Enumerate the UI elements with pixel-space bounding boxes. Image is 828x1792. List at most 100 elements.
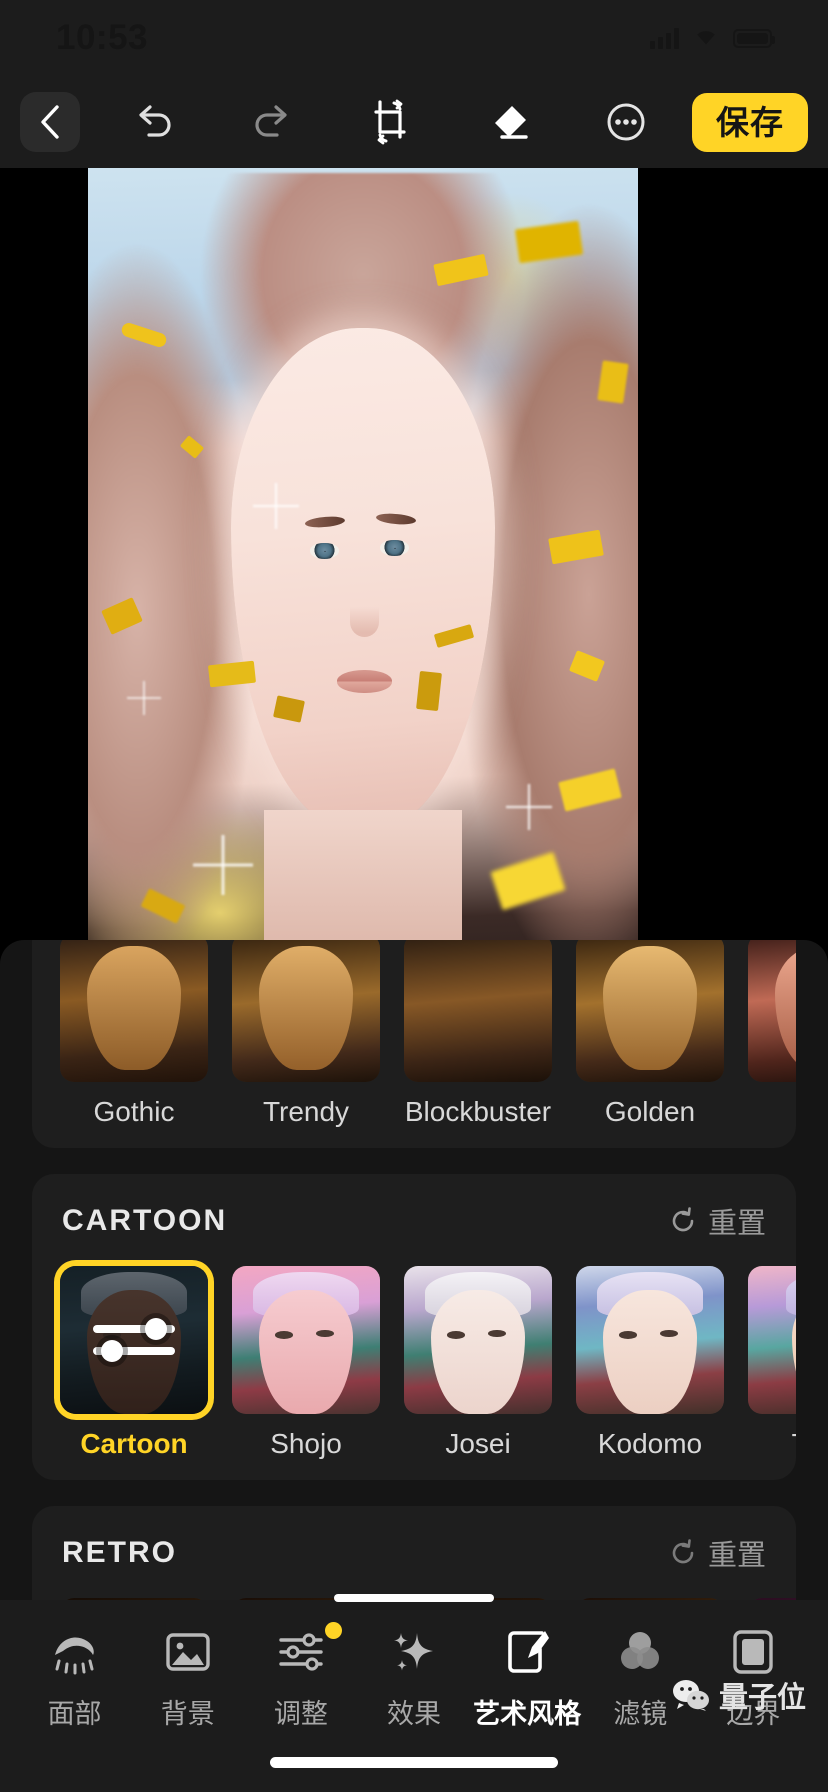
tab-adjust[interactable]: 调整 <box>244 1622 357 1731</box>
style-item[interactable]: Gothic <box>60 940 208 1128</box>
tab-art-style[interactable]: 艺术风格 <box>471 1626 584 1731</box>
style-thumb-row[interactable]: Gothic Trendy Blockbuster Golden <box>32 940 796 1148</box>
reset-button[interactable]: 重置 <box>668 1200 766 1242</box>
style-label: Blockbuster <box>404 1096 552 1127</box>
style-item[interactable]: Trendy <box>232 940 380 1128</box>
style-label: Josei <box>445 1428 511 1459</box>
eraser-button[interactable] <box>483 97 533 147</box>
sparkle-icon <box>506 783 552 830</box>
save-button[interactable]: 保存 <box>692 92 808 152</box>
style-thumbnail[interactable] <box>748 940 796 1082</box>
style-item-josei[interactable]: Josei <box>404 1266 552 1460</box>
more-options-button[interactable] <box>601 97 651 147</box>
eye-right <box>380 540 410 557</box>
style-label: Golden <box>604 1096 696 1127</box>
bottom-tab-bar[interactable]: 面部 背景 调整 效果 艺术风格 滤镜 边界 量子位 <box>0 1594 828 1792</box>
panel-drag-handle[interactable] <box>334 1594 494 1602</box>
style-section-artistic-top[interactable]: Gothic Trendy Blockbuster Golden <box>32 940 796 1148</box>
wechat-icon <box>672 1680 709 1711</box>
chevron-left-icon <box>41 105 59 139</box>
style-thumbnail[interactable] <box>232 1266 380 1414</box>
section-title: CARTOON <box>62 1204 228 1237</box>
style-label: Gothic <box>93 1096 175 1127</box>
tab-effects[interactable]: 效果 <box>357 1626 470 1731</box>
sparkle-icon <box>192 835 253 896</box>
style-section-cartoon[interactable]: CARTOON 重置 Cartoon Shojo Josei Kodomo <box>32 1174 796 1480</box>
tab-label: 背景 <box>160 1699 215 1729</box>
sparkle-icon <box>253 482 299 529</box>
section-header: RETRO 重置 <box>32 1506 796 1584</box>
redo-button[interactable] <box>247 97 297 147</box>
border-frame-icon <box>728 1626 778 1678</box>
sliders-adjust-icon <box>276 1622 342 1678</box>
style-thumbnail[interactable] <box>232 940 380 1082</box>
style-thumbnail-selected[interactable] <box>60 1266 208 1414</box>
tab-label: 调整 <box>273 1699 328 1729</box>
crop-rotate-button[interactable] <box>365 97 415 147</box>
reset-label: 重置 <box>707 1208 766 1240</box>
section-title: RETRO <box>62 1536 177 1569</box>
art-brush-icon <box>502 1626 552 1678</box>
eyebrow-right <box>375 511 417 526</box>
reset-label: 重置 <box>707 1540 766 1572</box>
reset-circular-arrow-icon <box>672 1539 694 1564</box>
home-indicator[interactable] <box>270 1757 558 1768</box>
edited-portrait-image[interactable] <box>88 168 638 1016</box>
sparkle-icon <box>126 680 161 715</box>
watermark: 量子位 <box>671 1674 806 1716</box>
status-time: 10:53 <box>56 18 149 57</box>
top-toolbar: 保存 <box>0 76 828 168</box>
tab-background[interactable]: 背景 <box>131 1626 244 1731</box>
style-label: Kodomo <box>597 1428 703 1459</box>
sparkles-effects-icon <box>389 1626 439 1678</box>
style-item[interactable]: Per <box>748 940 796 1128</box>
redo-icon <box>255 105 287 137</box>
style-label: Cartoon <box>80 1428 188 1459</box>
filter-circles-icon <box>615 1626 665 1678</box>
style-item-shojo[interactable]: Shojo <box>232 1266 380 1460</box>
eyebrow-left <box>304 514 345 529</box>
tab-label: 滤镜 <box>613 1699 668 1729</box>
back-button[interactable] <box>20 92 80 152</box>
style-label: Per <box>748 1096 796 1128</box>
confetti-piece <box>416 670 442 712</box>
style-item[interactable]: Blockbuster <box>404 940 552 1128</box>
style-thumbnail[interactable] <box>748 1266 796 1414</box>
reset-circular-arrow-icon <box>672 1207 694 1232</box>
photo-canvas[interactable] <box>0 168 828 1030</box>
style-panel[interactable]: Gothic Trendy Blockbuster Golden CARTOON… <box>0 940 828 1680</box>
tab-label: 艺术风格 <box>473 1699 582 1729</box>
sliders-icon <box>60 1266 208 1414</box>
style-label: Shojo <box>270 1428 342 1459</box>
undo-button[interactable] <box>129 97 179 147</box>
eye-left <box>310 543 340 560</box>
wifi-icon <box>692 25 720 51</box>
style-thumbnail[interactable] <box>576 940 724 1082</box>
eraser-icon <box>495 106 528 139</box>
tab-label: 效果 <box>386 1699 441 1729</box>
confetti-piece <box>596 360 629 405</box>
nose <box>349 607 379 638</box>
style-item-kodomo[interactable]: Kodomo <box>576 1266 724 1460</box>
style-item-cartoon[interactable]: Cartoon <box>60 1266 208 1460</box>
battery-icon <box>733 28 775 48</box>
style-thumbnail[interactable] <box>404 1266 552 1414</box>
reset-button[interactable]: 重置 <box>668 1532 766 1574</box>
watermark-text: 量子位 <box>718 1682 806 1714</box>
style-item[interactable]: Golden <box>576 940 724 1128</box>
style-thumbnail[interactable] <box>404 940 552 1082</box>
image-background-icon <box>163 1626 213 1678</box>
style-thumbnail[interactable] <box>60 940 208 1082</box>
cellular-signal-icon <box>650 27 679 49</box>
style-thumbnail[interactable] <box>576 1266 724 1414</box>
portrait-face <box>231 328 495 827</box>
undo-icon <box>139 105 171 137</box>
more-options-icon <box>607 103 645 141</box>
status-bar: 10:53 <box>0 0 828 76</box>
lips <box>336 669 393 693</box>
style-label: Trendy <box>262 1096 350 1127</box>
tab-face[interactable]: 面部 <box>18 1626 131 1731</box>
status-indicators <box>650 25 775 51</box>
style-thumb-row[interactable]: Cartoon Shojo Josei Kodomo <box>32 1252 796 1480</box>
style-item-tang[interactable]: Tang <box>748 1266 796 1460</box>
